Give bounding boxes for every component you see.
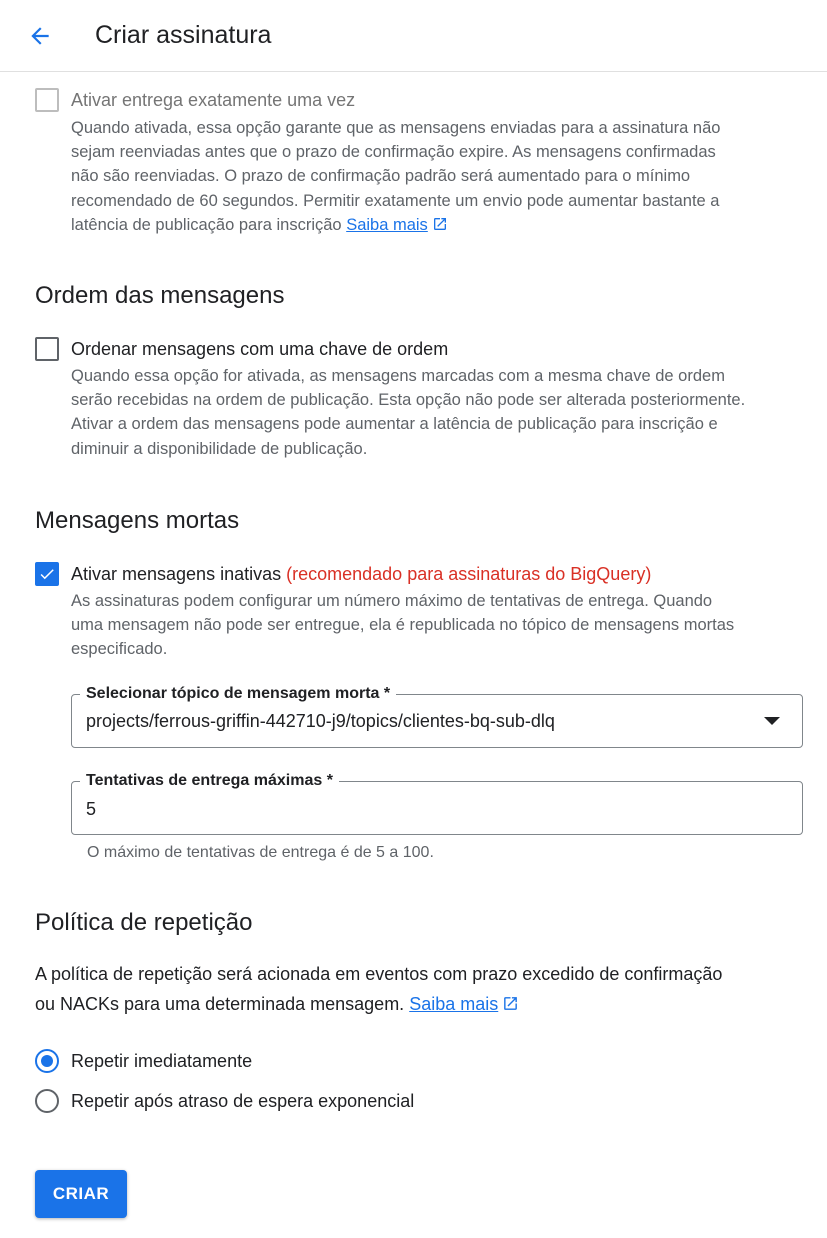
- dropdown-arrow-icon[interactable]: [764, 717, 780, 725]
- description-line: diminuir a disponibilidade de publicação…: [71, 439, 368, 458]
- description-line: sejam reenviadas antes que o prazo de co…: [71, 143, 716, 162]
- open-in-new-icon: [433, 217, 446, 230]
- description-line: Quando essa opção for ativada, as mensag…: [71, 367, 725, 385]
- description-line: latência de publicação para inscrição Sa…: [71, 213, 811, 237]
- section-title-ordering: Ordem das mensagens: [35, 282, 285, 309]
- learn-more-link-label: Saiba mais: [346, 215, 428, 234]
- section-title-dead-letter: Mensagens mortas: [35, 507, 240, 534]
- description-line: não são reenviadas. O prazo de confirmaç…: [71, 167, 691, 186]
- description-line: uma mensagem não pode ser entregue, ela …: [71, 616, 735, 635]
- check-icon: [40, 569, 54, 580]
- ordering-description: Quando essa opção for ativada, as mensag…: [71, 364, 816, 461]
- max-delivery-attempts-field[interactable]: Tentativas de entrega máximas * 5: [71, 770, 803, 835]
- exactly-once-label: Ativar entrega exatamente uma vez: [71, 90, 356, 110]
- learn-more-link[interactable]: Saiba mais: [409, 994, 519, 1014]
- retry-exponential-backoff-radio[interactable]: [35, 1089, 59, 1113]
- dead-letter-label-text: Ativar mensagens inativas: [71, 564, 282, 584]
- description-line: ou NACKs para uma determinada mensagem. …: [35, 989, 805, 1019]
- learn-more-link-label: Saiba mais: [409, 994, 499, 1014]
- description-line: Quando ativada, essa opção garante que a…: [71, 119, 721, 137]
- exactly-once-description: Quando ativada, essa opção garante que a…: [71, 116, 811, 237]
- recommended-note: (recomendado para assinaturas do BigQuer…: [286, 564, 652, 584]
- section-title-retry: Política de repetição: [35, 909, 253, 936]
- description-text: latência de publicação para inscrição: [71, 215, 342, 234]
- description-line: serão recebidas na ordem de publicação. …: [71, 391, 746, 410]
- retry-exponential-backoff-label: Repetir após atraso de espera exponencia…: [71, 1091, 415, 1111]
- arrow-back-icon: [31, 27, 49, 45]
- dead-letter-topic-label: Selecionar tópico de mensagem morta *: [80, 683, 397, 705]
- description-line: recomendado de 60 segundos. Permitir exa…: [71, 191, 720, 210]
- dead-letter-topic-value: projects/ferrous-griffin-442710-j9/topic…: [86, 711, 555, 731]
- create-button[interactable]: CRIAR: [35, 1170, 127, 1218]
- dead-letter-checkbox[interactable]: [35, 562, 59, 586]
- open-in-new-icon: [504, 997, 518, 1010]
- description-line: A política de repetição será acionada em…: [35, 964, 723, 984]
- retry-immediately-radio[interactable]: [35, 1049, 59, 1073]
- dead-letter-label: Ativar mensagens inativas (recomendado p…: [71, 562, 651, 586]
- app-header: Criar assinatura: [0, 0, 827, 72]
- description-text: ou NACKs para uma determinada mensagem.: [35, 994, 405, 1014]
- description-line: Ativar a ordem das mensagens pode aument…: [71, 415, 718, 434]
- dead-letter-topic-select[interactable]: Selecionar tópico de mensagem morta * pr…: [71, 683, 803, 748]
- retry-immediately-label: Repetir imediatamente: [71, 1051, 253, 1071]
- back-button[interactable]: [22, 18, 58, 54]
- retry-description: A política de repetição será acionada em…: [35, 959, 805, 1019]
- max-delivery-attempts-hint: O máximo de tentativas de entrega é de 5…: [87, 844, 434, 861]
- description-line: especificado.: [71, 640, 168, 659]
- ordering-label: Ordenar mensagens com uma chave de ordem: [71, 339, 449, 359]
- dead-letter-description: As assinaturas podem configurar um númer…: [71, 589, 811, 662]
- exactly-once-checkbox[interactable]: [35, 88, 59, 112]
- max-delivery-attempts-input[interactable]: 5: [86, 797, 96, 821]
- learn-more-link[interactable]: Saiba mais: [346, 216, 448, 234]
- max-delivery-attempts-label: Tentativas de entrega máximas *: [80, 770, 339, 792]
- description-line: As assinaturas podem configurar um númer…: [71, 592, 713, 610]
- page-title: Criar assinatura: [95, 21, 272, 49]
- ordering-checkbox[interactable]: [35, 337, 59, 361]
